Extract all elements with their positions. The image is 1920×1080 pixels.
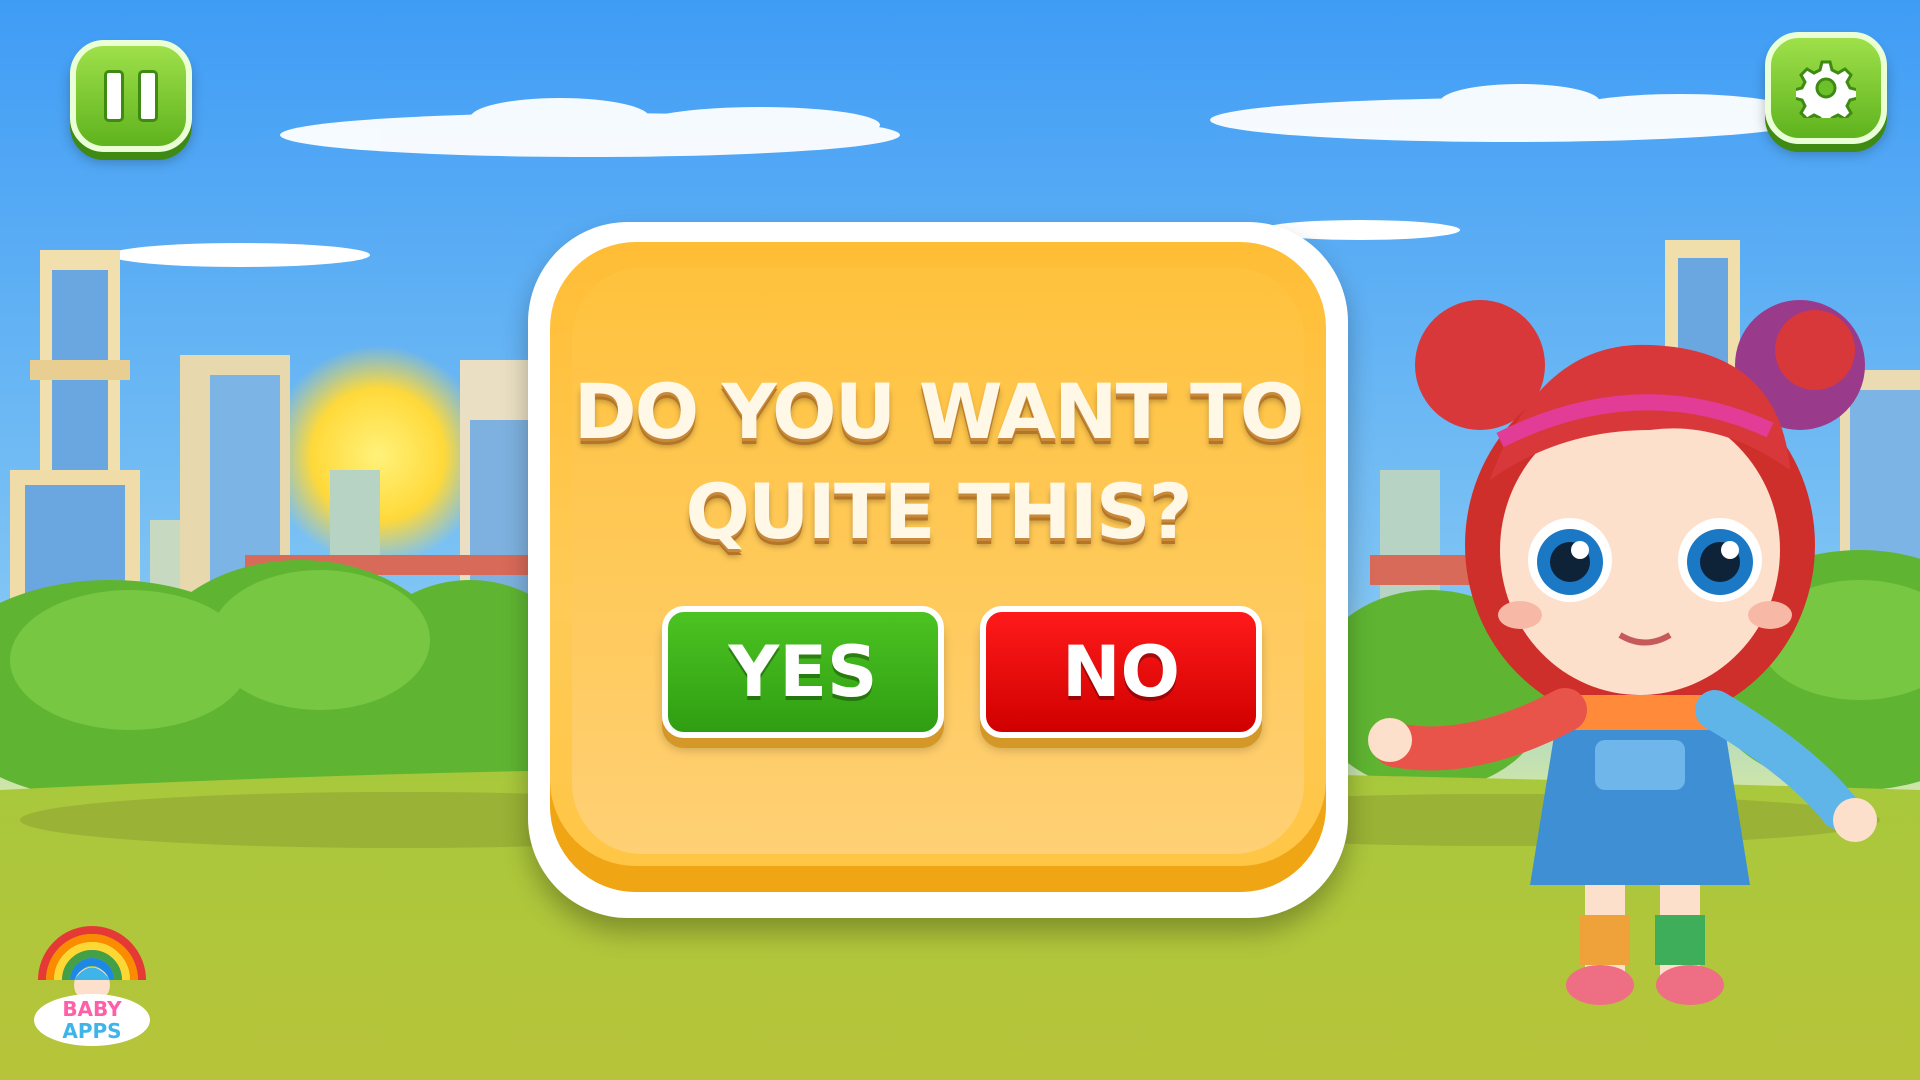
- svg-text:APPS: APPS: [62, 1019, 121, 1043]
- no-button[interactable]: NO: [980, 606, 1262, 738]
- no-label: NO: [1061, 631, 1181, 713]
- question-line-2: QUITE THIS?: [685, 467, 1192, 556]
- quit-dialog: DO YOU WANT TO QUITE THIS? YES NO: [528, 222, 1348, 918]
- baby-apps-logo: BABY APPS: [22, 900, 162, 1050]
- gear-icon: [1796, 60, 1856, 118]
- question-line-1: DO YOU WANT TO: [573, 367, 1305, 456]
- cloud-small-left: [110, 243, 370, 267]
- pause-button[interactable]: [70, 40, 192, 152]
- yes-button[interactable]: YES: [662, 606, 944, 738]
- yes-label: YES: [728, 631, 878, 713]
- svg-text:BABY: BABY: [62, 997, 122, 1021]
- pause-icon: [104, 70, 158, 122]
- quit-question: DO YOU WANT TO QUITE THIS?: [528, 362, 1348, 562]
- settings-button[interactable]: [1765, 32, 1887, 144]
